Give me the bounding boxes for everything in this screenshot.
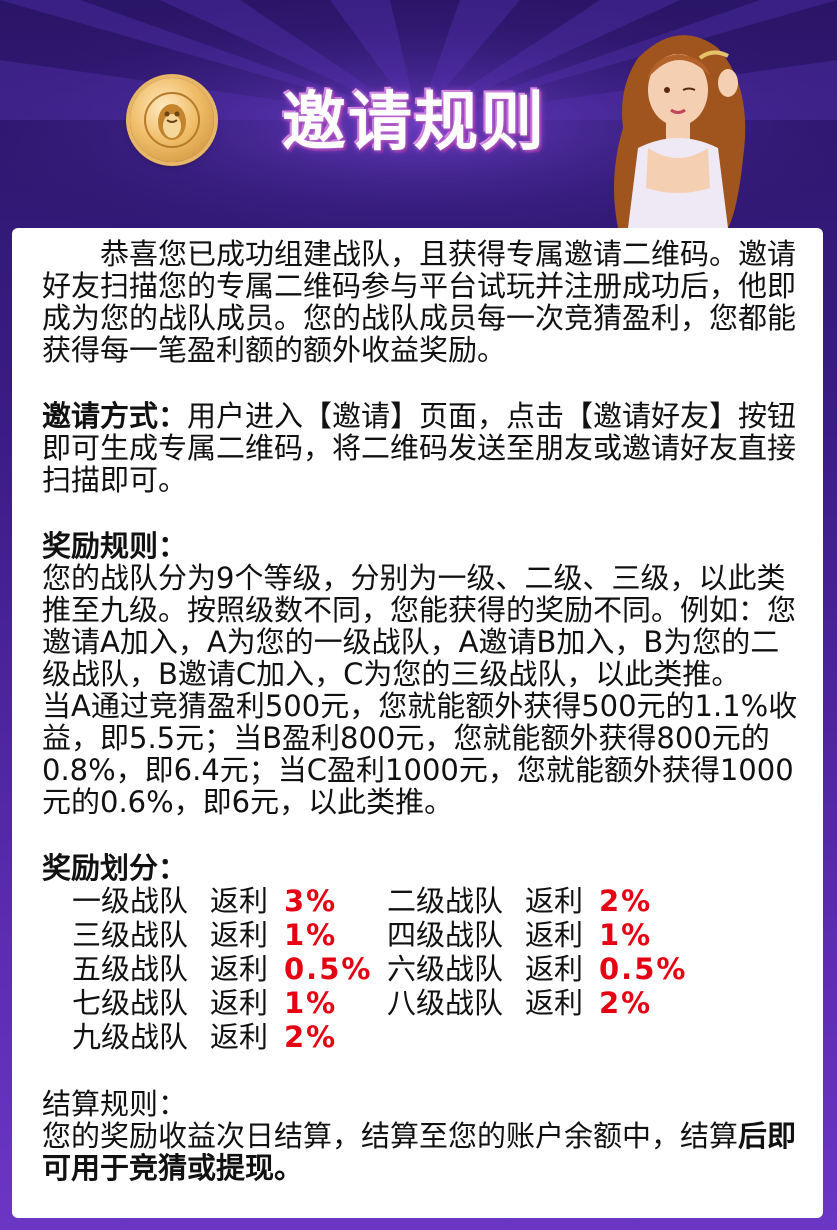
- rebate-level-8: 八级战队 返利 2%: [387, 986, 653, 1020]
- table-row: 七级战队 返利 1% 八级战队 返利 2%: [72, 986, 792, 1020]
- reward-division-heading: 奖励划分：: [42, 851, 188, 885]
- rebate-level-5: 五级战队 返利 0.5%: [72, 952, 373, 986]
- rules-card: 恭喜您已成功组建战队，且获得专属邀请二维码。邀请好友扫描您的专属二维码参与平台试…: [12, 228, 823, 1218]
- invite-method-heading: 邀请方式：: [42, 399, 188, 433]
- rebate-level-2: 二级战队 返利 2%: [387, 884, 653, 918]
- reward-rules-paragraph-2: 当A通过竞猜盈利500元，您就能额外获得500元的1.1%收益，即5.5元；当B…: [42, 689, 798, 819]
- settlement-text: 您的奖励收益次日结算，结算至您的账户余额中，结算后即可用于竞猜或提现。: [42, 1119, 797, 1185]
- reward-rules-paragraph-1: 您的战队分为9个等级，分别为一级、二级、三级，以此类推至九级。按照级数不同，您能…: [42, 561, 797, 691]
- invite-method-section: 邀请方式：用户进入【邀请】页面，点击【邀请好友】按钮即可生成专属二维码，将二维码…: [42, 400, 799, 496]
- rebate-level-4: 四级战队 返利 1%: [387, 918, 653, 952]
- page-title: 邀请规则: [282, 86, 546, 160]
- intro-paragraph: 恭喜您已成功组建战队，且获得专属邀请二维码。邀请好友扫描您的专属二维码参与平台试…: [42, 237, 797, 367]
- penguin-coin-icon: [130, 78, 214, 162]
- rebate-level-6: 六级战队 返利 0.5%: [387, 952, 688, 986]
- rebate-level-9: 九级战队 返利 2%: [72, 1020, 338, 1054]
- reward-rules-heading: 奖励规则：: [42, 529, 188, 563]
- table-row: 九级战队 返利 2%: [72, 1020, 792, 1054]
- table-row: 三级战队 返利 1% 四级战队 返利 1%: [72, 918, 792, 952]
- table-row: 五级战队 返利 0.5% 六级战队 返利 0.5%: [72, 952, 792, 986]
- rebate-table: 一级战队 返利 3% 二级战队 返利 2% 三级战队 返利 1% 四级战队 返利…: [42, 884, 792, 1054]
- table-row: 一级战队 返利 3% 二级战队 返利 2%: [72, 884, 792, 918]
- header-banner: 邀请规则: [0, 0, 837, 228]
- rebate-level-1: 一级战队 返利 3%: [72, 884, 338, 918]
- rebate-level-7: 七级战队 返利 1%: [72, 986, 338, 1020]
- rebate-level-3: 三级战队 返利 1%: [72, 918, 338, 952]
- hostess-character-image: [614, 35, 746, 228]
- settlement-heading: 结算规则：: [42, 1087, 188, 1121]
